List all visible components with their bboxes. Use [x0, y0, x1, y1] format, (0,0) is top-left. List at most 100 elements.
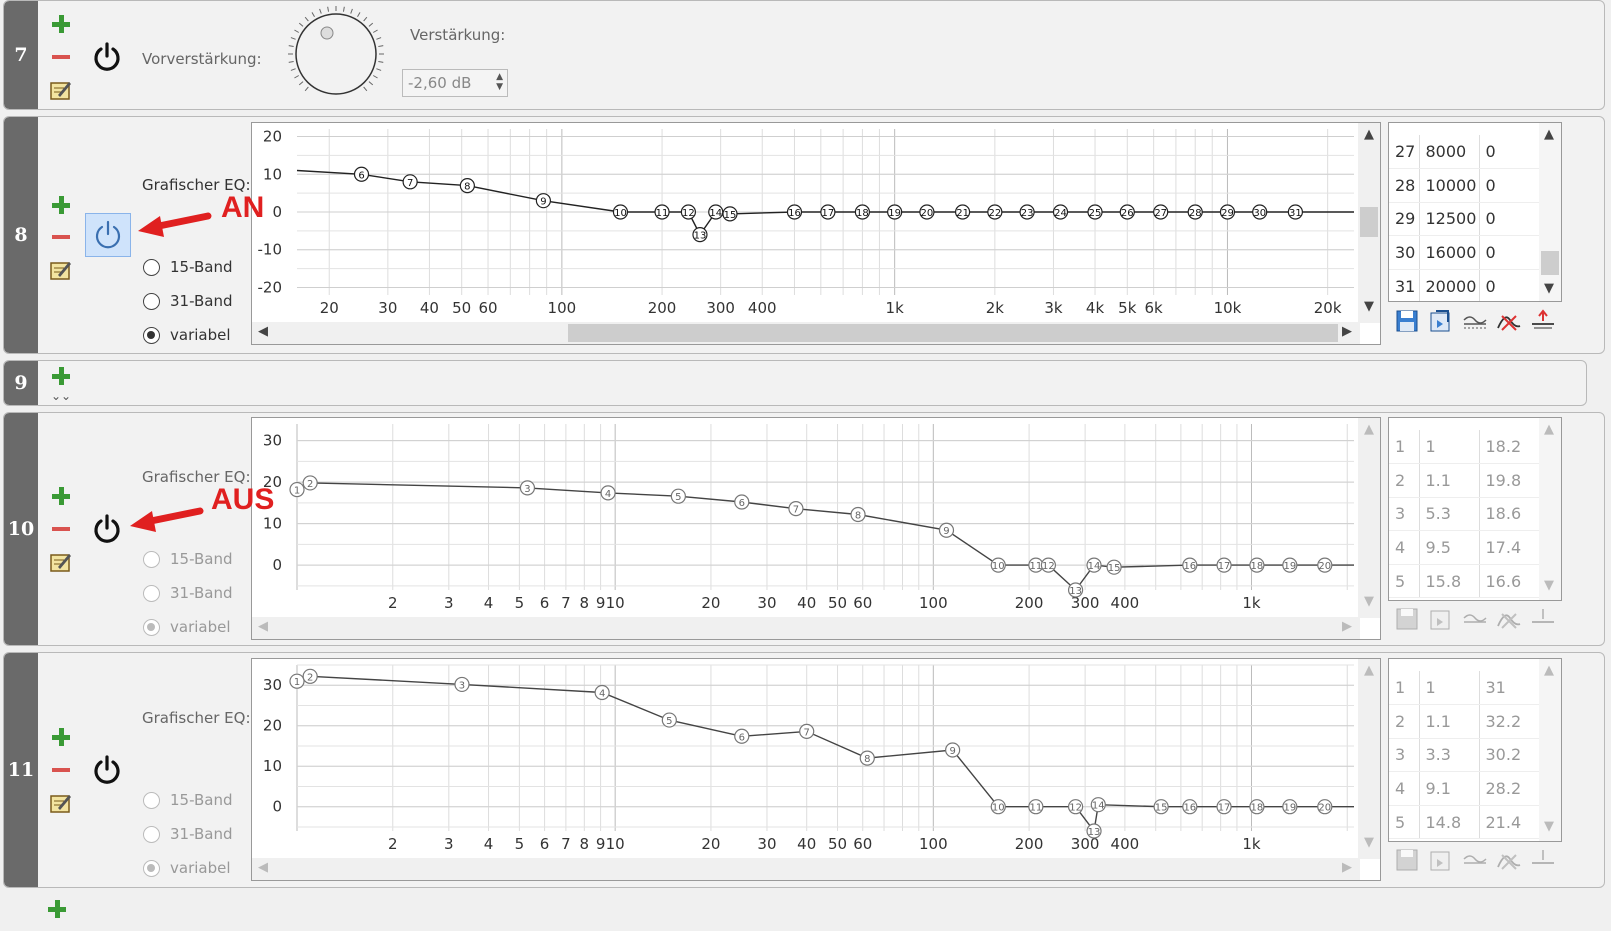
band-frequency[interactable]: 20000 — [1419, 269, 1480, 301]
band-index[interactable]: 4 — [1389, 771, 1420, 806]
table-scrollbar[interactable]: ▲ ▼ — [1539, 418, 1561, 600]
scroll-down-icon[interactable]: ▼ — [1364, 835, 1374, 850]
expand-icon[interactable]: ⌄⌄ — [48, 383, 74, 405]
vertical-scrollbar[interactable]: ▲ ▼ — [1358, 659, 1380, 859]
band-index[interactable]: 28 — [1389, 168, 1420, 203]
load-icon[interactable] — [1428, 308, 1454, 334]
band-index[interactable]: 3 — [1389, 497, 1420, 532]
power-button-off[interactable] — [87, 509, 127, 549]
add-icon[interactable] — [48, 192, 74, 218]
horizontal-scrollbar[interactable]: ◀ ▶ — [252, 858, 1360, 880]
band-gain[interactable]: 0 — [1479, 235, 1540, 270]
band-gain[interactable]: 0 — [1479, 135, 1540, 170]
reset-curve-icon[interactable] — [1496, 308, 1522, 334]
scroll-right-icon[interactable]: ▶ — [1342, 619, 1352, 634]
band-frequency[interactable]: 9.5 — [1419, 530, 1480, 565]
scroll-thumb[interactable] — [1360, 207, 1378, 237]
band-gain[interactable]: 0 — [1479, 202, 1540, 237]
gain-spinbox[interactable]: -2,60 dB ▲ ▼ — [402, 69, 508, 97]
radio-15-band[interactable]: 15-Band — [143, 548, 232, 570]
eq-chart[interactable]: 30201002 3 4 5 6 7 8 9 10 20 30 40 50 60 100 200 300 400 1… — [252, 418, 1360, 618]
scroll-up-icon[interactable]: ▲ — [1364, 127, 1374, 142]
remove-icon[interactable] — [48, 224, 74, 250]
band-index[interactable]: 1 — [1389, 430, 1420, 465]
preamp-knob[interactable] — [286, 6, 386, 106]
radio-variabel[interactable]: variabel — [143, 324, 231, 346]
band-gain[interactable]: 17.4 — [1479, 530, 1540, 565]
table-row[interactable]: 5 15.8 16.6 — [1389, 564, 1540, 599]
band-table[interactable]: 27 8000 0 28 10000 0 29 12500 0 30 16000 0 31 20000 0 … — [1388, 122, 1562, 302]
scroll-thumb[interactable] — [568, 324, 1338, 342]
band-frequency[interactable]: 12500 — [1419, 202, 1480, 237]
scroll-up-icon[interactable]: ▲ — [1544, 663, 1554, 678]
normalize-icon[interactable] — [1530, 308, 1556, 334]
table-row[interactable]: 1 1 18.2 — [1389, 430, 1540, 465]
radio-31-band[interactable]: 31-Band — [143, 582, 232, 604]
band-frequency[interactable]: 5.3 — [1419, 497, 1480, 532]
radio-15-band[interactable]: 15-Band — [143, 256, 232, 278]
band-frequency[interactable]: 1 — [1419, 430, 1480, 465]
band-gain[interactable]: 31 — [1479, 671, 1540, 706]
save-icon[interactable] — [1394, 308, 1420, 334]
band-frequency[interactable]: 16000 — [1419, 235, 1480, 270]
band-frequency[interactable]: 10000 — [1419, 168, 1480, 203]
radio-31-band[interactable]: 31-Band — [143, 823, 232, 845]
flatten-curve-icon[interactable] — [1462, 606, 1488, 632]
load-icon[interactable] — [1428, 606, 1454, 632]
save-icon[interactable] — [1394, 606, 1420, 632]
table-scrollbar[interactable]: ▲ ▼ — [1539, 659, 1561, 841]
scroll-down-icon[interactable]: ▼ — [1544, 281, 1554, 296]
band-index[interactable]: 3 — [1389, 738, 1420, 773]
table-row[interactable]: 29 12500 0 — [1389, 202, 1540, 237]
band-index[interactable]: 2 — [1389, 463, 1420, 498]
power-icon[interactable] — [87, 37, 127, 77]
band-frequency[interactable]: 9.1 — [1419, 771, 1480, 806]
scroll-down-icon[interactable]: ▼ — [1544, 578, 1554, 593]
radio-31-band[interactable]: 31-Band — [143, 290, 232, 312]
radio-variabel[interactable]: variabel — [143, 857, 231, 879]
load-icon[interactable] — [1428, 847, 1454, 873]
band-index[interactable]: 2 — [1389, 704, 1420, 739]
band-table[interactable]: 1 1 31 2 1.1 32.2 3 3.3 30.2 4 9.1 28.2 5 14.8 21.4 ▲ … — [1388, 658, 1562, 842]
band-frequency[interactable]: 1.1 — [1419, 704, 1480, 739]
band-index[interactable]: 5 — [1389, 805, 1420, 840]
band-frequency[interactable]: 14.8 — [1419, 805, 1480, 840]
power-button-on[interactable] — [85, 213, 131, 257]
band-gain[interactable]: 19.8 — [1479, 463, 1540, 498]
band-frequency[interactable]: 15.8 — [1419, 564, 1480, 599]
spin-arrows-icon[interactable]: ▲ ▼ — [496, 72, 503, 92]
save-icon[interactable] — [1394, 847, 1420, 873]
band-frequency[interactable]: 3.3 — [1419, 738, 1480, 773]
scroll-thumb[interactable] — [1541, 251, 1559, 275]
scroll-right-icon[interactable]: ▶ — [1342, 860, 1352, 875]
edit-icon[interactable] — [48, 549, 74, 575]
band-gain[interactable]: 0 — [1479, 269, 1540, 301]
add-icon[interactable] — [48, 11, 74, 37]
table-row[interactable]: 3 5.3 18.6 — [1389, 497, 1540, 532]
band-gain[interactable]: 30.2 — [1479, 738, 1540, 773]
table-row[interactable]: 1 1 31 — [1389, 671, 1540, 706]
reset-curve-icon[interactable] — [1496, 847, 1522, 873]
band-gain[interactable]: 18.2 — [1479, 430, 1540, 465]
edit-icon[interactable] — [48, 790, 74, 816]
band-index[interactable]: 1 — [1389, 671, 1420, 706]
band-gain[interactable]: 28.2 — [1479, 771, 1540, 806]
scroll-left-icon[interactable]: ◀ — [258, 860, 268, 875]
table-row[interactable]: 4 9.1 28.2 — [1389, 771, 1540, 806]
band-gain[interactable]: 16.6 — [1479, 564, 1540, 599]
band-index[interactable]: 4 — [1389, 530, 1420, 565]
normalize-icon[interactable] — [1530, 847, 1556, 873]
table-row[interactable]: 2 1.1 19.8 — [1389, 463, 1540, 498]
band-index[interactable]: 29 — [1389, 202, 1420, 237]
scroll-right-icon[interactable]: ▶ — [1342, 324, 1352, 339]
table-row[interactable]: 4 9.5 17.4 — [1389, 530, 1540, 565]
band-frequency[interactable]: 8000 — [1419, 135, 1480, 170]
scroll-up-icon[interactable]: ▲ — [1544, 422, 1554, 437]
normalize-icon[interactable] — [1530, 606, 1556, 632]
band-index[interactable]: 5 — [1389, 564, 1420, 599]
scroll-down-icon[interactable]: ▼ — [1544, 819, 1554, 834]
edit-icon[interactable] — [48, 257, 74, 283]
reset-curve-icon[interactable] — [1496, 606, 1522, 632]
flatten-curve-icon[interactable] — [1462, 308, 1488, 334]
scroll-up-icon[interactable]: ▲ — [1364, 663, 1374, 678]
